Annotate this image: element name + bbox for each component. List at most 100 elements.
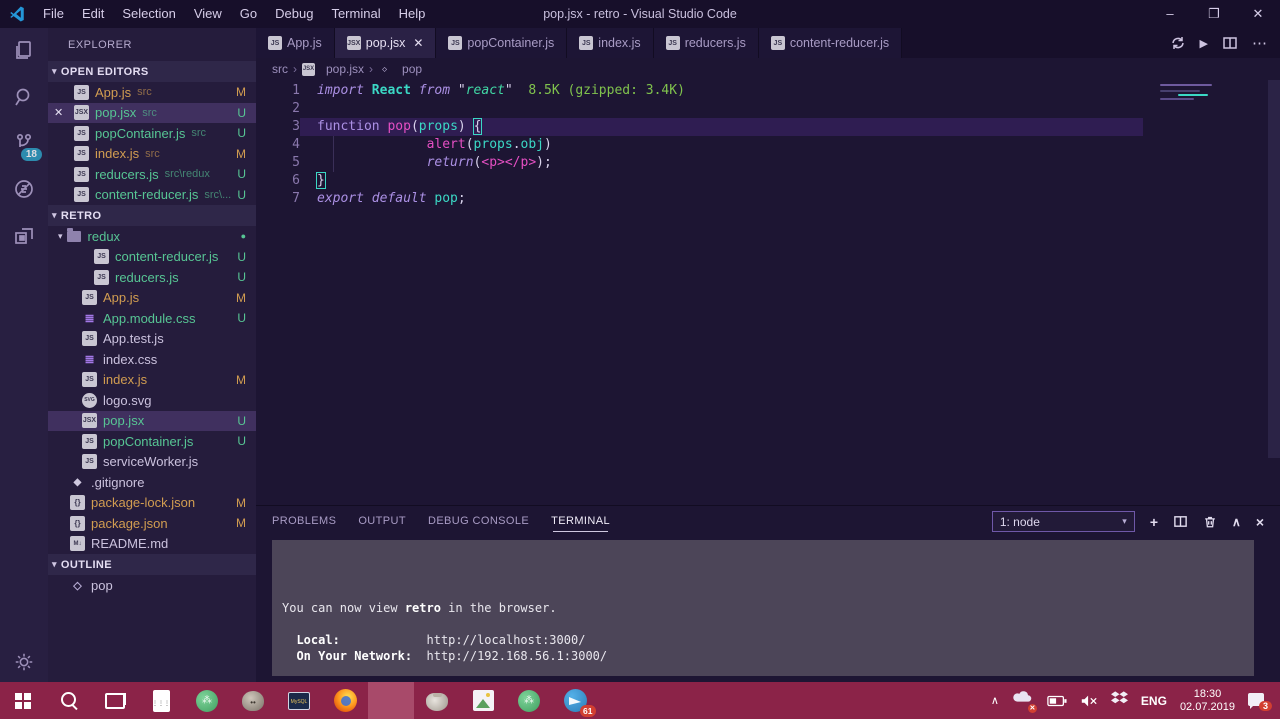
taskbar-app-button[interactable] bbox=[46, 682, 92, 719]
taskbar-app-button[interactable] bbox=[138, 682, 184, 719]
editor-tab[interactable]: JS reducers.js bbox=[653, 28, 759, 58]
debug-icon[interactable] bbox=[0, 166, 48, 212]
file-tree-row[interactable]: {} package-lock.json M bbox=[48, 493, 256, 514]
file-tree-row[interactable]: JSX pop.jsx U bbox=[48, 410, 256, 431]
code-line[interactable]: 4 alert(props.obj) bbox=[256, 136, 1280, 154]
kill-terminal-icon[interactable] bbox=[1203, 514, 1217, 529]
code-line[interactable]: 7 export default pop; bbox=[256, 190, 1280, 208]
menu-item[interactable]: Edit bbox=[73, 0, 113, 28]
taskbar-app-button[interactable] bbox=[414, 682, 460, 719]
taskbar-app-button[interactable] bbox=[460, 682, 506, 719]
menu-item[interactable]: Terminal bbox=[322, 0, 389, 28]
breadcrumb-root[interactable]: src bbox=[272, 62, 288, 76]
code-editor[interactable]: 1 import React from "react" 8.5K (gzippe… bbox=[256, 80, 1280, 505]
restore-button[interactable]: ❐ bbox=[1192, 0, 1236, 28]
maximize-panel-icon[interactable]: ∧ bbox=[1232, 515, 1241, 529]
tray-chevron-up-icon[interactable]: ∧ bbox=[991, 694, 999, 707]
file-tree-row[interactable]: JS App.js M bbox=[48, 288, 256, 309]
editor-scrollbar[interactable] bbox=[1268, 80, 1280, 458]
taskbar-app-button[interactable] bbox=[506, 682, 552, 719]
close-button[interactable]: ✕ bbox=[1236, 0, 1280, 28]
explorer-icon[interactable] bbox=[0, 28, 48, 74]
split-editor-icon[interactable] bbox=[1222, 35, 1238, 51]
panel-tab[interactable]: PROBLEMS bbox=[272, 506, 336, 537]
tab-close-icon[interactable]: ✕ bbox=[413, 36, 423, 50]
editor-tab[interactable]: JSX pop.jsx ✕ bbox=[334, 28, 437, 58]
volume-muted-icon[interactable] bbox=[1080, 694, 1098, 708]
settings-gear-icon[interactable] bbox=[0, 642, 48, 682]
panel-tab[interactable]: TERMINAL bbox=[551, 506, 610, 537]
language-indicator[interactable]: ENG bbox=[1141, 694, 1167, 708]
code-line[interactable]: 6 } bbox=[256, 172, 1280, 190]
editor-tab[interactable]: JS index.js bbox=[567, 28, 654, 58]
editor-tab[interactable]: JS App.js bbox=[256, 28, 335, 58]
menu-item[interactable]: Selection bbox=[113, 0, 184, 28]
menu-item[interactable]: View bbox=[185, 0, 231, 28]
file-tree-row[interactable]: JS serviceWorker.js bbox=[48, 452, 256, 473]
split-terminal-icon[interactable] bbox=[1173, 514, 1188, 529]
taskbar-app-button[interactable] bbox=[92, 682, 138, 719]
open-editor-row[interactable]: JS App.js src M bbox=[48, 82, 256, 103]
battery-icon[interactable] bbox=[1047, 695, 1067, 707]
menu-item[interactable]: Help bbox=[390, 0, 435, 28]
new-terminal-icon[interactable]: + bbox=[1150, 514, 1158, 530]
open-editor-row[interactable]: JS index.js src M bbox=[48, 144, 256, 165]
source-control-icon[interactable]: 18 bbox=[0, 120, 48, 166]
search-icon[interactable] bbox=[0, 74, 48, 120]
close-editor-icon[interactable]: ✕ bbox=[54, 106, 63, 119]
file-tree-row[interactable]: {} package.json M bbox=[48, 513, 256, 534]
taskbar-app-button[interactable] bbox=[0, 682, 46, 719]
minimize-button[interactable]: – bbox=[1148, 0, 1192, 28]
sync-icon[interactable] bbox=[1170, 35, 1186, 51]
file-tree-row[interactable]: JS index.js M bbox=[48, 370, 256, 391]
panel-tab[interactable]: DEBUG CONSOLE bbox=[428, 506, 529, 537]
minimap[interactable] bbox=[1160, 84, 1232, 110]
taskbar-app-button[interactable] bbox=[276, 682, 322, 719]
breadcrumb-file[interactable]: pop.jsx bbox=[326, 62, 364, 76]
file-tree-row[interactable]: ◆ .gitignore bbox=[48, 472, 256, 493]
editor-tab[interactable]: JS content-reducer.js bbox=[758, 28, 903, 58]
file-tree-row[interactable]: JS popContainer.js U bbox=[48, 431, 256, 452]
code-line[interactable]: 1 import React from "react" 8.5K (gzippe… bbox=[256, 82, 1280, 100]
file-tree-row[interactable]: ≣ App.module.css U bbox=[48, 308, 256, 329]
outline-header[interactable]: ▾ OUTLINE bbox=[48, 554, 256, 575]
outline-row[interactable]: ◇ pop bbox=[48, 575, 256, 596]
taskbar-app-button[interactable] bbox=[230, 682, 276, 719]
file-tree-row[interactable]: ▾ redux ● bbox=[48, 226, 256, 247]
run-icon[interactable]: ▶ bbox=[1200, 37, 1208, 50]
open-editor-row[interactable]: JS content-reducer.js src\... U bbox=[48, 185, 256, 206]
file-tree-row[interactable]: JS reducers.js U bbox=[48, 267, 256, 288]
open-editor-row[interactable]: JS popContainer.js src U bbox=[48, 123, 256, 144]
file-tree-row[interactable]: M↓ README.md bbox=[48, 534, 256, 555]
open-editor-row[interactable]: JS reducers.js src\redux U bbox=[48, 164, 256, 185]
file-tree-row[interactable]: JS App.test.js bbox=[48, 329, 256, 350]
menu-item[interactable]: Go bbox=[231, 0, 266, 28]
terminal-select[interactable]: 1: node ▾ bbox=[991, 511, 1135, 532]
menu-item[interactable]: Debug bbox=[266, 0, 322, 28]
close-panel-icon[interactable]: × bbox=[1256, 514, 1264, 530]
editor-tab[interactable]: JS popContainer.js bbox=[436, 28, 568, 58]
code-line[interactable]: 2 bbox=[256, 100, 1280, 118]
folder-section-header[interactable]: ▾ RETRO bbox=[48, 205, 256, 226]
open-editors-header[interactable]: ▾ OPEN EDITORS bbox=[48, 61, 256, 82]
more-actions-icon[interactable]: ⋯ bbox=[1252, 34, 1268, 52]
panel-tab[interactable]: OUTPUT bbox=[358, 506, 406, 537]
dropbox-icon[interactable] bbox=[1110, 690, 1128, 711]
onedrive-error-icon[interactable]: ✕ bbox=[1012, 690, 1037, 713]
clock[interactable]: 18:30 02.07.2019 bbox=[1180, 688, 1235, 714]
terminal-output[interactable]: You can now view retro in the browser. L… bbox=[272, 540, 1254, 676]
file-tree-row[interactable]: ≣ index.css bbox=[48, 349, 256, 370]
notification-center-icon[interactable]: 3 bbox=[1248, 691, 1272, 711]
file-tree-row[interactable]: JS content-reducer.js U bbox=[48, 247, 256, 268]
menu-item[interactable]: File bbox=[34, 0, 73, 28]
breadcrumb[interactable]: src › JSX pop.jsx › ◇ pop bbox=[256, 58, 1280, 80]
taskbar-app-button[interactable] bbox=[322, 682, 368, 719]
taskbar-app-button[interactable] bbox=[184, 682, 230, 719]
open-editor-row[interactable]: ✕ JSX pop.jsx src U bbox=[48, 102, 256, 123]
code-line[interactable]: 3 function pop(props) { bbox=[256, 118, 1280, 136]
breadcrumb-symbol[interactable]: pop bbox=[402, 62, 422, 76]
taskbar-app-button[interactable] bbox=[368, 682, 414, 719]
code-line[interactable]: 5 return(<p></p>); bbox=[256, 154, 1280, 172]
taskbar-app-button[interactable]: 61 bbox=[552, 682, 598, 719]
file-tree-row[interactable]: SVG logo.svg bbox=[48, 390, 256, 411]
